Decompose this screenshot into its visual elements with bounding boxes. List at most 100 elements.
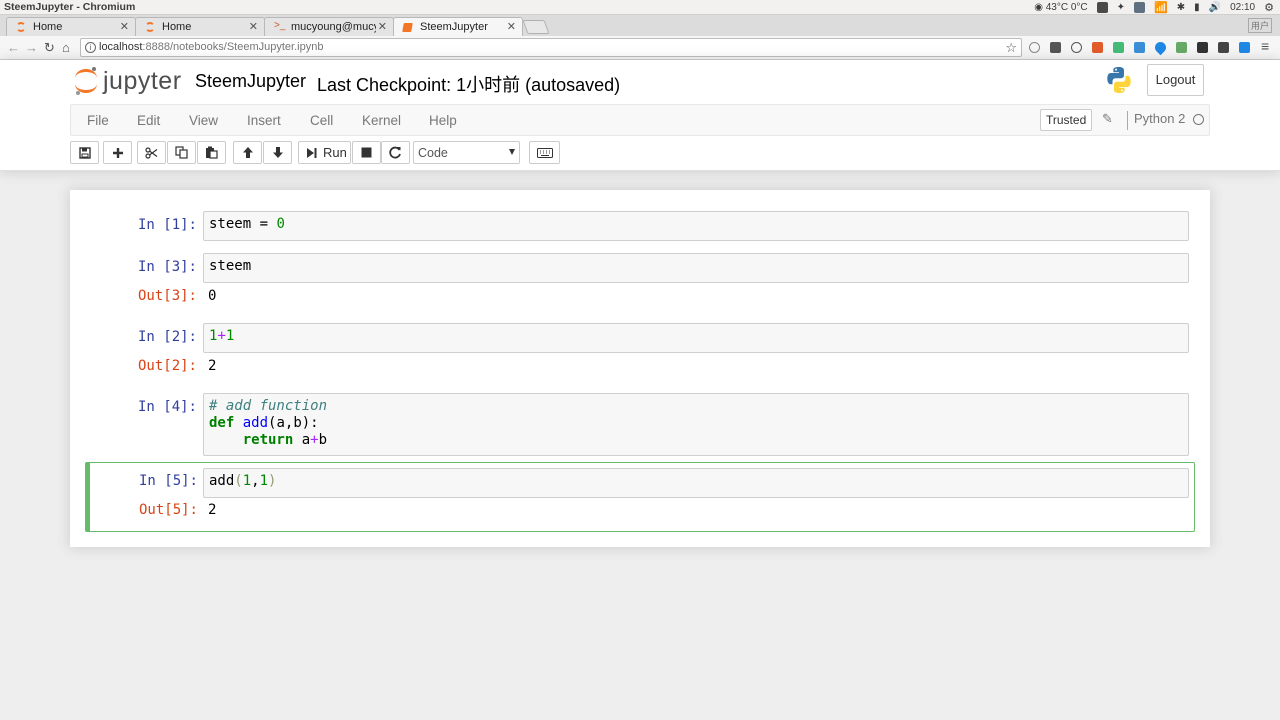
copy-cell-button[interactable] (167, 141, 196, 164)
notebook-toolbar: Run Code (70, 140, 1210, 166)
copy-icon (175, 146, 188, 159)
restart-kernel-button[interactable] (381, 141, 410, 164)
interrupt-kernel-button[interactable] (352, 141, 381, 164)
jupyter-favicon-icon (145, 22, 155, 32)
url-host: localhost (99, 41, 143, 53)
run-button[interactable]: Run (298, 141, 351, 164)
input-prompt: In [5]: (138, 473, 198, 489)
code-editor[interactable]: 1+1 (203, 323, 1189, 353)
save-icon (78, 146, 91, 159)
keyboard-icon[interactable] (1096, 2, 1108, 13)
settings-gear-icon[interactable]: ⚙ (1264, 1, 1274, 14)
logout-button[interactable]: Logout (1147, 64, 1204, 96)
extension-grid-icon[interactable] (1134, 42, 1145, 53)
extension-cast-icon[interactable] (1197, 42, 1208, 53)
code-editor[interactable]: steem (203, 253, 1189, 283)
browser-tab-home-2[interactable]: Home ✕ (135, 17, 265, 36)
extension-circle-icon[interactable] (1029, 42, 1040, 53)
extension-shield-icon[interactable] (1113, 42, 1124, 53)
menu-file[interactable]: File (87, 113, 109, 128)
tab-label: Home (162, 21, 192, 33)
code-cell[interactable]: In [3]: steem Out[3]: 0 (85, 253, 1195, 313)
wifi-icon[interactable]: 📶 (1154, 1, 1168, 14)
notebook-favicon-icon (402, 23, 413, 32)
extension-puzzle-icon[interactable] (1176, 42, 1187, 53)
jupyter-logo[interactable]: jupyter (75, 66, 182, 96)
menu-cell[interactable]: Cell (310, 113, 333, 128)
output-prompt: Out[3]: (137, 288, 197, 304)
jupyter-logo-icon (75, 67, 97, 95)
trusted-indicator[interactable]: Trusted (1040, 109, 1093, 131)
bookmark-star-icon[interactable]: ☆ (1005, 40, 1017, 56)
tab-label: mucyoung@mucyo (291, 21, 386, 33)
close-tab-icon[interactable]: ✕ (120, 20, 129, 33)
tab-label: SteemJupyter (420, 21, 488, 33)
url-path: :8888/notebooks/SteemJupyter.ipynb (142, 41, 324, 53)
browser-menu-icon[interactable]: ≡ (1261, 38, 1269, 54)
temperature-indicator[interactable]: ◉ 43°C 0°C (1034, 2, 1087, 13)
browser-tab-home-1[interactable]: Home ✕ (6, 17, 136, 36)
insert-cell-button[interactable] (103, 141, 132, 164)
kernel-name[interactable]: Python 2 (1127, 111, 1185, 130)
code-cell[interactable]: In [4]: # add function def add(a,b): ret… (85, 393, 1195, 456)
paste-cell-button[interactable] (197, 141, 226, 164)
close-tab-icon[interactable]: ✕ (249, 20, 258, 33)
volume-icon[interactable]: 🔊 (1209, 2, 1221, 13)
menu-kernel[interactable]: Kernel (362, 113, 401, 128)
bluetooth-icon[interactable]: ✱ (1177, 2, 1185, 13)
code-cell[interactable]: In [2]: 1+1 Out[2]: 2 (85, 323, 1195, 383)
scissors-icon (145, 146, 158, 159)
save-button[interactable] (70, 141, 99, 164)
paste-icon (206, 146, 218, 159)
run-label: Run (323, 145, 347, 160)
code-cell-selected[interactable]: In [5]: add(1,1) Out[5]: 2 (85, 462, 1195, 532)
browser-address-bar: ← → ↻ ⌂ i localhost:8888/notebooks/Steem… (0, 36, 1280, 60)
dropbox-icon[interactable]: ✦ (1117, 2, 1125, 13)
cut-cell-button[interactable] (137, 141, 166, 164)
menu-insert[interactable]: Insert (247, 113, 281, 128)
extension-info-icon[interactable] (1071, 42, 1082, 53)
new-tab-button[interactable] (522, 20, 550, 34)
home-icon[interactable]: ⌂ (62, 40, 70, 55)
edit-mode-pencil-icon: ✎ (1102, 111, 1113, 126)
code-editor[interactable]: steem = 0 (203, 211, 1189, 241)
close-tab-icon[interactable]: ✕ (507, 20, 516, 33)
url-input[interactable]: i localhost:8888/notebooks/SteemJupyter.… (80, 38, 1022, 57)
menu-view[interactable]: View (189, 113, 218, 128)
browser-tab-steemjupyter[interactable]: SteemJupyter ✕ (393, 17, 523, 36)
chevron-down-icon (509, 149, 515, 155)
output-value: 2 (208, 358, 217, 374)
command-palette-button[interactable] (529, 141, 560, 164)
cell-type-select[interactable]: Code (413, 141, 520, 164)
code-editor[interactable]: # add function def add(a,b): return a+b (203, 393, 1189, 456)
move-cell-down-button[interactable] (263, 141, 292, 164)
step-forward-icon (307, 147, 317, 158)
clock[interactable]: 02:10 (1230, 2, 1255, 13)
forward-arrow-icon[interactable]: → (25, 40, 38, 55)
reload-icon[interactable]: ↻ (44, 40, 55, 56)
input-prompt: In [1]: (137, 217, 197, 233)
close-tab-icon[interactable]: ✕ (375, 20, 387, 33)
jupyter-logo-text: jupyter (103, 66, 182, 95)
notebook-title[interactable]: SteemJupyter (195, 71, 306, 92)
monitor-icon[interactable] (1134, 2, 1146, 13)
os-top-bar: SteemJupyter - Chromium ◉ 43°C 0°C ✦ 📶 ✱… (0, 0, 1280, 15)
profile-label[interactable]: 用户 (1247, 18, 1272, 33)
browser-tab-terminal[interactable]: >_ mucyoung@mucyo ✕ (264, 17, 394, 36)
extension-office-icon[interactable] (1092, 42, 1103, 53)
output-prompt: Out[2]: (137, 358, 197, 374)
cell-type-value: Code (418, 146, 448, 160)
extension-screen-icon[interactable] (1239, 42, 1250, 53)
site-info-icon[interactable]: i (85, 42, 96, 53)
extension-evernote-icon[interactable] (1050, 42, 1061, 53)
battery-icon[interactable]: ▮ (1194, 2, 1200, 13)
move-cell-up-button[interactable] (233, 141, 262, 164)
arrow-up-icon (242, 147, 253, 158)
extension-dark-icon[interactable] (1218, 42, 1229, 53)
menu-help[interactable]: Help (429, 113, 457, 128)
extension-drop-icon[interactable] (1152, 39, 1169, 56)
menu-edit[interactable]: Edit (137, 113, 160, 128)
code-cell[interactable]: In [1]: steem = 0 (85, 211, 1195, 242)
back-arrow-icon[interactable]: ← (7, 40, 20, 55)
code-editor[interactable]: add(1,1) (203, 468, 1189, 498)
